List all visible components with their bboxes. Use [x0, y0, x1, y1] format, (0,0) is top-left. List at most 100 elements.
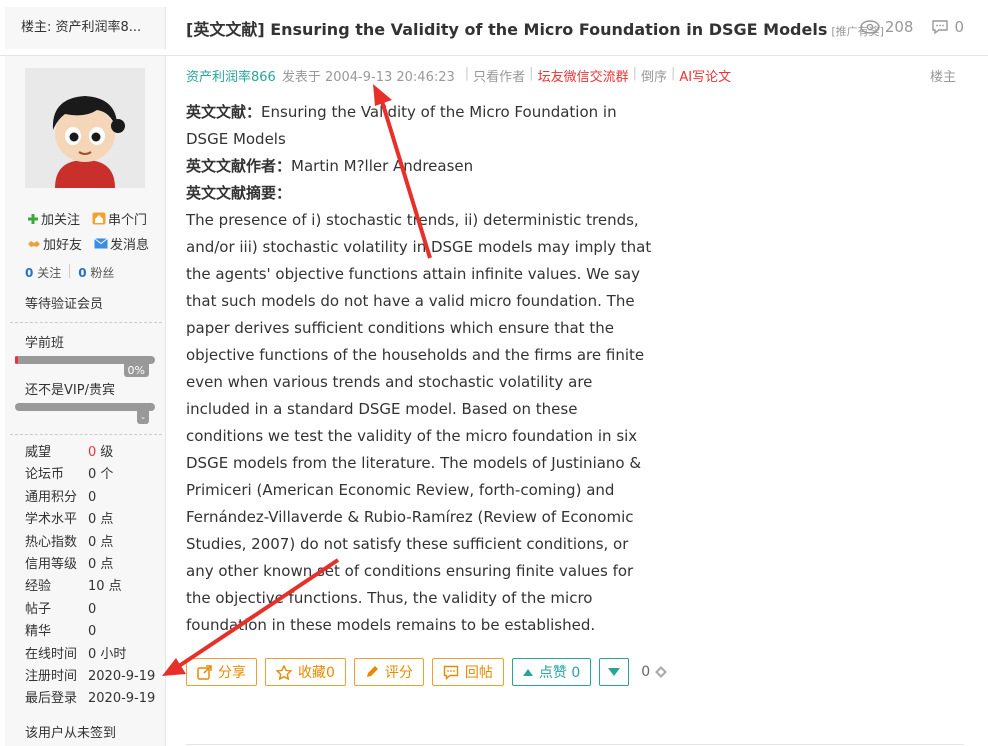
abstract-label-line: 英文文献摘要： [186, 180, 656, 207]
user-stat-row: 最后登录 2020-9-19 [25, 688, 155, 710]
follow-label: 加关注 [41, 213, 81, 228]
avatar[interactable] [25, 68, 145, 188]
star-icon [276, 664, 292, 680]
divider: | [632, 66, 637, 81]
reverse-order-link[interactable]: 倒序 [641, 66, 667, 85]
user-stat-key[interactable]: 热心指数 [25, 532, 88, 554]
action-row-2: 加好友 发消息 [27, 234, 149, 253]
fans-count: 0 [78, 266, 87, 280]
comment-icon [932, 20, 949, 35]
level-progress-bar [15, 356, 155, 364]
only-author-link[interactable]: 只看作者 [473, 66, 525, 85]
post-content: 英文文献：Ensuring the Validity of the Micro … [186, 99, 656, 639]
post-actions: 分享 收藏0 评分 回帖 点赞 0 0 [186, 658, 668, 686]
like-button[interactable]: 点赞 0 [511, 658, 592, 686]
wechat-group-link[interactable]: 坛友微信交流群 [538, 66, 629, 85]
divider [10, 434, 162, 435]
user-stat-key[interactable]: 论坛币 [25, 464, 88, 486]
user-stat-row: 热心指数 0 点 [25, 532, 155, 554]
user-stat-value: 0 [88, 601, 97, 617]
user-stat-value: 2020-9-19 [88, 669, 156, 685]
user-stat-key[interactable]: 学术水平 [25, 509, 88, 531]
following-count: 0 [25, 266, 34, 280]
vip-progress-bar [15, 403, 155, 411]
post-date: 发表于 2004-9-13 20:46:23 [281, 70, 455, 85]
user-stat-row: 在线时间 0 小时 [25, 644, 155, 666]
add-friend-button[interactable]: 加好友 [27, 234, 82, 253]
share-button[interactable]: 分享 [186, 658, 257, 686]
divider [186, 744, 964, 745]
user-stat-key[interactable]: 信用等级 [25, 554, 88, 576]
post-meta: 资产利润率866 发表于 2004-9-13 20:46:23 | 只看作者 |… [186, 66, 731, 85]
rate-button[interactable]: 评分 [353, 658, 424, 686]
reply-label: 回帖 [464, 665, 493, 681]
favorite-label: 收藏0 [298, 665, 335, 681]
user-stat-value: 2020-9-19 [88, 691, 156, 707]
level-progress-label: 0% [123, 364, 149, 377]
views-count: 208 [884, 18, 914, 36]
share-label: 分享 [218, 665, 246, 681]
following-stat[interactable]: 0 关注 [25, 264, 61, 281]
views-stat: 208 [860, 18, 914, 36]
visit-label: 串个门 [108, 213, 148, 228]
dislike-button[interactable] [599, 658, 630, 686]
user-stat-row: 精华 0 [25, 621, 155, 643]
user-stats-list: 威望 0 级论坛币 0 个通用积分 0 学术水平 0 点热心指数 0 点信用等级 0 点经验 10… [25, 442, 155, 711]
thread-title: [英文文献] Ensuring the Validity of the Micr… [186, 16, 884, 40]
user-stat-key[interactable]: 最后登录 [25, 688, 88, 710]
user-stat-value: 10 点 [88, 579, 122, 595]
user-stat-value: 0 [88, 445, 97, 460]
chat-icon [443, 665, 459, 680]
fans-stat[interactable]: 0 粉丝 [78, 264, 114, 281]
user-stat-key[interactable]: 在线时间 [25, 644, 88, 666]
vip-name[interactable]: 还不是VIP/贵宾 [25, 379, 115, 398]
divider: | [529, 66, 534, 81]
user-stat-key[interactable]: 通用积分 [25, 487, 88, 509]
action-row-1: 加关注 串个门 [27, 209, 147, 228]
reply-button[interactable]: 回帖 [431, 658, 504, 686]
user-sidebar: 加关注 串个门 加好友 发消息 0 关注 0 粉丝 等待验证会员 学前班 0% … [5, 56, 166, 746]
avatar-image [25, 68, 145, 188]
user-stat-key[interactable]: 注册时间 [25, 666, 88, 688]
pencil-icon [366, 666, 378, 677]
level-name[interactable]: 学前班 [25, 332, 64, 351]
level-progress-fill [15, 356, 18, 364]
like-label: 点赞 0 [538, 665, 581, 681]
caret-up-icon [522, 668, 533, 676]
eye-icon [860, 20, 880, 34]
user-stat-key[interactable]: 帖子 [25, 599, 88, 621]
add-friend-label: 加好友 [43, 238, 83, 253]
lit-author-line: 英文文献作者：Martin M?ller Andreasen [186, 153, 656, 180]
user-stat-key[interactable]: 精华 [25, 621, 88, 643]
rate-label: 评分 [384, 665, 413, 681]
message-button[interactable]: 发消息 [94, 234, 149, 253]
user-stat-value: 0 [88, 624, 97, 640]
floor-owner-label: 楼主: 资产利润率8... [5, 7, 166, 49]
visit-button[interactable]: 串个门 [92, 209, 147, 228]
thread-title-text: [英文文献] Ensuring the Validity of the Micr… [186, 20, 828, 39]
comments-stat: 0 [931, 18, 964, 36]
lit-title-line: 英文文献：Ensuring the Validity of the Micro … [186, 99, 656, 153]
follow-button[interactable]: 加关注 [27, 209, 80, 228]
user-stat-key[interactable]: 经验 [25, 576, 88, 598]
user-stat-row: 威望 0 级 [25, 442, 155, 464]
user-stat-key[interactable]: 威望 [25, 442, 88, 464]
abstract-label: 英文文献摘要： [186, 184, 292, 202]
user-stat-value: 0 点 [88, 534, 114, 550]
user-stat-row: 帖子 0 [25, 599, 155, 621]
ai-write-link[interactable]: AI写论文 [679, 66, 731, 85]
user-stat-value: 0 点 [88, 512, 114, 528]
post-author-link[interactable]: 资产利润率866 [186, 66, 276, 85]
envelope-icon [94, 238, 108, 249]
thread-stats: 208 0 [860, 18, 964, 36]
user-stat-row: 注册时间 2020-9-19 [25, 666, 155, 688]
vip-progress-label: - [137, 411, 149, 424]
user-stat-value: 0 点 [88, 557, 114, 573]
follow-stats: 0 关注 0 粉丝 [25, 264, 114, 281]
member-status: 等待验证会员 [25, 297, 104, 312]
floor-label: 楼主 [929, 70, 956, 85]
user-stat-value: 0 个 [88, 467, 114, 483]
lit-author-label: 英文文献作者： [186, 157, 292, 175]
favorite-button[interactable]: 收藏0 [265, 658, 346, 686]
divider: | [464, 66, 470, 81]
